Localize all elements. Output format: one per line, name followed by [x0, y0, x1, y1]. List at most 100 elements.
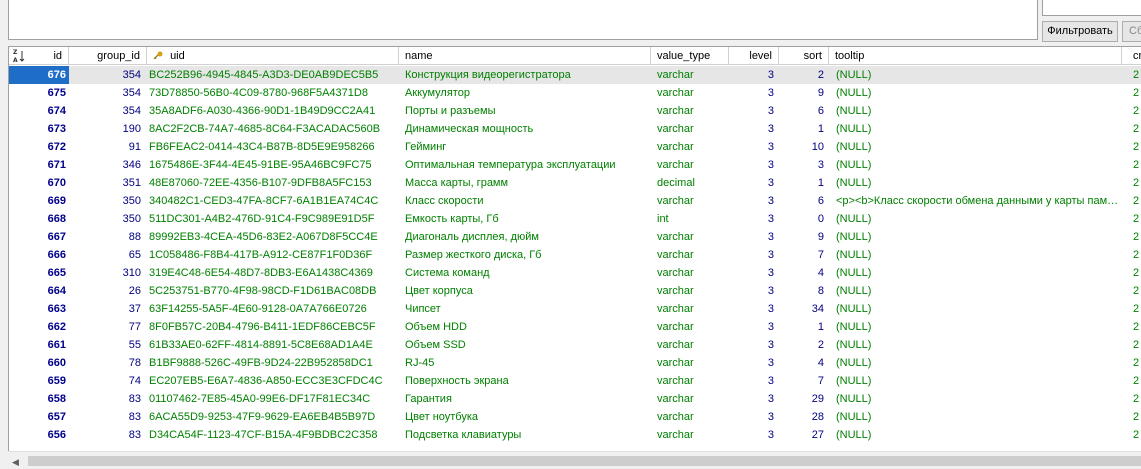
cell-group-id[interactable]: 350 — [69, 210, 147, 228]
cell-cr[interactable]: 2 — [1122, 228, 1141, 246]
cell-id[interactable]: 657 — [9, 408, 69, 426]
cell-cr[interactable]: 2 — [1122, 138, 1141, 156]
cell-value-type[interactable]: varchar — [651, 102, 729, 120]
table-row[interactable]: 673 190 8AC2F2CB-74A7-4685-8C64-F3ACADAC56… — [9, 120, 1141, 138]
cell-tooltip[interactable]: (NULL) — [829, 210, 1122, 228]
cell-sort[interactable]: 1 — [779, 318, 829, 336]
cell-sort[interactable]: 28 — [779, 408, 829, 426]
cell-uid[interactable]: 5C253751-B770-4F98-98CD-F1D61BAC08DB — [147, 282, 399, 300]
table-row[interactable]: 656 83 D34CA54F-1123-47CF-B15A-4F9BDBC2C35… — [9, 426, 1141, 444]
cell-value-type[interactable]: varchar — [651, 120, 729, 138]
cell-name[interactable]: Оптимальная температура эксплуатации — [399, 156, 651, 174]
cell-id[interactable]: 656 — [9, 426, 69, 444]
cell-cr[interactable]: 2 — [1122, 390, 1141, 408]
cell-group-id[interactable]: 83 — [69, 426, 147, 444]
cell-uid[interactable]: D34CA54F-1123-47CF-B15A-4F9BDBC2C358 — [147, 426, 399, 444]
table-row[interactable]: 662 77 8F0FB57C-20B4-4796-B411-1EDF86CEBC5… — [9, 318, 1141, 336]
cell-cr[interactable]: 2 — [1122, 156, 1141, 174]
column-header-group-id[interactable]: group_id — [69, 47, 147, 65]
cell-tooltip[interactable]: (NULL) — [829, 174, 1122, 192]
cell-id[interactable]: 665 — [9, 264, 69, 282]
cell-tooltip[interactable]: (NULL) — [829, 84, 1122, 102]
cell-tooltip[interactable]: (NULL) — [829, 336, 1122, 354]
cell-group-id[interactable]: 88 — [69, 228, 147, 246]
filter-button[interactable]: Фильтровать — [1042, 21, 1118, 42]
cell-name[interactable]: RJ-45 — [399, 354, 651, 372]
cell-group-id[interactable]: 350 — [69, 192, 147, 210]
cell-value-type[interactable]: varchar — [651, 66, 729, 84]
cell-level[interactable]: 3 — [729, 174, 779, 192]
cell-value-type[interactable]: varchar — [651, 390, 729, 408]
cell-value-type[interactable]: int — [651, 210, 729, 228]
cell-level[interactable]: 3 — [729, 84, 779, 102]
cell-name[interactable]: Конструкция видеорегистратора — [399, 66, 651, 84]
cell-name[interactable]: Объем HDD — [399, 318, 651, 336]
cell-uid[interactable]: 8AC2F2CB-74A7-4685-8C64-F3ACADAC560B — [147, 120, 399, 138]
cell-sort[interactable]: 1 — [779, 120, 829, 138]
cell-sort[interactable]: 6 — [779, 102, 829, 120]
cell-name[interactable]: Цвет корпуса — [399, 282, 651, 300]
cell-name[interactable]: Динамическая мощность — [399, 120, 651, 138]
cell-uid[interactable]: EC207EB5-E6A7-4836-A850-ECC3E3CFDC4C — [147, 372, 399, 390]
cell-name[interactable]: Емкость карты, Гб — [399, 210, 651, 228]
cell-cr[interactable]: 2 — [1122, 408, 1141, 426]
cell-id[interactable]: 663 — [9, 300, 69, 318]
cell-cr[interactable]: 2 — [1122, 300, 1141, 318]
cell-level[interactable]: 3 — [729, 210, 779, 228]
cell-cr[interactable]: 2 — [1122, 426, 1141, 444]
cell-uid[interactable]: 01107462-7E85-45A0-99E6-DF17F81EC34C — [147, 390, 399, 408]
table-row[interactable]: 658 83 01107462-7E85-45A0-99E6-DF17F81EC34… — [9, 390, 1141, 408]
cell-group-id[interactable]: 346 — [69, 156, 147, 174]
table-row[interactable]: 660 78 B1BF9888-526C-49FB-9D24-22B952858DC… — [9, 354, 1141, 372]
cell-value-type[interactable]: varchar — [651, 318, 729, 336]
table-row[interactable]: 657 83 6ACA55D9-9253-47F9-9629-EA6EB4B5B97… — [9, 408, 1141, 426]
cell-cr[interactable]: 2 — [1122, 66, 1141, 84]
filter-textarea[interactable] — [8, 0, 1038, 40]
cell-tooltip[interactable]: (NULL) — [829, 120, 1122, 138]
cell-cr[interactable]: 2 — [1122, 210, 1141, 228]
cell-group-id[interactable]: 78 — [69, 354, 147, 372]
cell-id[interactable]: 659 — [9, 372, 69, 390]
cell-group-id[interactable]: 310 — [69, 264, 147, 282]
cell-uid[interactable]: BC252B96-4945-4845-A3D3-DE0AB9DEC5B5 — [147, 66, 399, 84]
cell-name[interactable]: Класс скорости — [399, 192, 651, 210]
cell-sort[interactable]: 9 — [779, 84, 829, 102]
cell-level[interactable]: 3 — [729, 192, 779, 210]
cell-name[interactable]: Масса карты, грамм — [399, 174, 651, 192]
cell-sort[interactable]: 1 — [779, 174, 829, 192]
cell-level[interactable]: 3 — [729, 336, 779, 354]
cell-sort[interactable]: 7 — [779, 246, 829, 264]
cell-group-id[interactable]: 354 — [69, 66, 147, 84]
cell-id[interactable]: 670 — [9, 174, 69, 192]
cell-id[interactable]: 671 — [9, 156, 69, 174]
cell-uid[interactable]: 63F14255-5A5F-4E60-9128-0A7A766E0726 — [147, 300, 399, 318]
cell-id[interactable]: 668 — [9, 210, 69, 228]
cell-group-id[interactable]: 77 — [69, 318, 147, 336]
cell-level[interactable]: 3 — [729, 120, 779, 138]
cell-tooltip[interactable]: (NULL) — [829, 354, 1122, 372]
table-row[interactable]: 661 55 61B33AE0-62FF-4814-8891-5C8E68AD1A4… — [9, 336, 1141, 354]
cell-name[interactable]: Цвет ноутбука — [399, 408, 651, 426]
cell-uid[interactable]: B1BF9888-526C-49FB-9D24-22B952858DC1 — [147, 354, 399, 372]
cell-sort[interactable]: 7 — [779, 372, 829, 390]
cell-id[interactable]: 662 — [9, 318, 69, 336]
cell-sort[interactable]: 34 — [779, 300, 829, 318]
cell-tooltip[interactable]: (NULL) — [829, 408, 1122, 426]
cell-name[interactable]: Размер жесткого диска, Гб — [399, 246, 651, 264]
cell-group-id[interactable]: 354 — [69, 102, 147, 120]
cell-group-id[interactable]: 65 — [69, 246, 147, 264]
cell-name[interactable]: Гарантия — [399, 390, 651, 408]
table-row[interactable]: 664 26 5C253751-B770-4F98-98CD-F1D61BAC08D… — [9, 282, 1141, 300]
cell-level[interactable]: 3 — [729, 426, 779, 444]
cell-tooltip[interactable]: (NULL) — [829, 426, 1122, 444]
cell-level[interactable]: 3 — [729, 354, 779, 372]
table-row[interactable]: 663 37 63F14255-5A5F-4E60-9128-0A7A766E072… — [9, 300, 1141, 318]
cell-tooltip[interactable]: (NULL) — [829, 228, 1122, 246]
cell-name[interactable]: Аккумулятор — [399, 84, 651, 102]
scrollbar-thumb[interactable] — [28, 456, 1141, 466]
column-header-value-type[interactable]: value_type — [651, 47, 729, 65]
cell-level[interactable]: 3 — [729, 318, 779, 336]
cell-uid[interactable]: 8F0FB57C-20B4-4796-B411-1EDF86CEBC5F — [147, 318, 399, 336]
column-header-id[interactable]: Z A id — [9, 47, 69, 65]
cell-sort[interactable]: 10 — [779, 138, 829, 156]
